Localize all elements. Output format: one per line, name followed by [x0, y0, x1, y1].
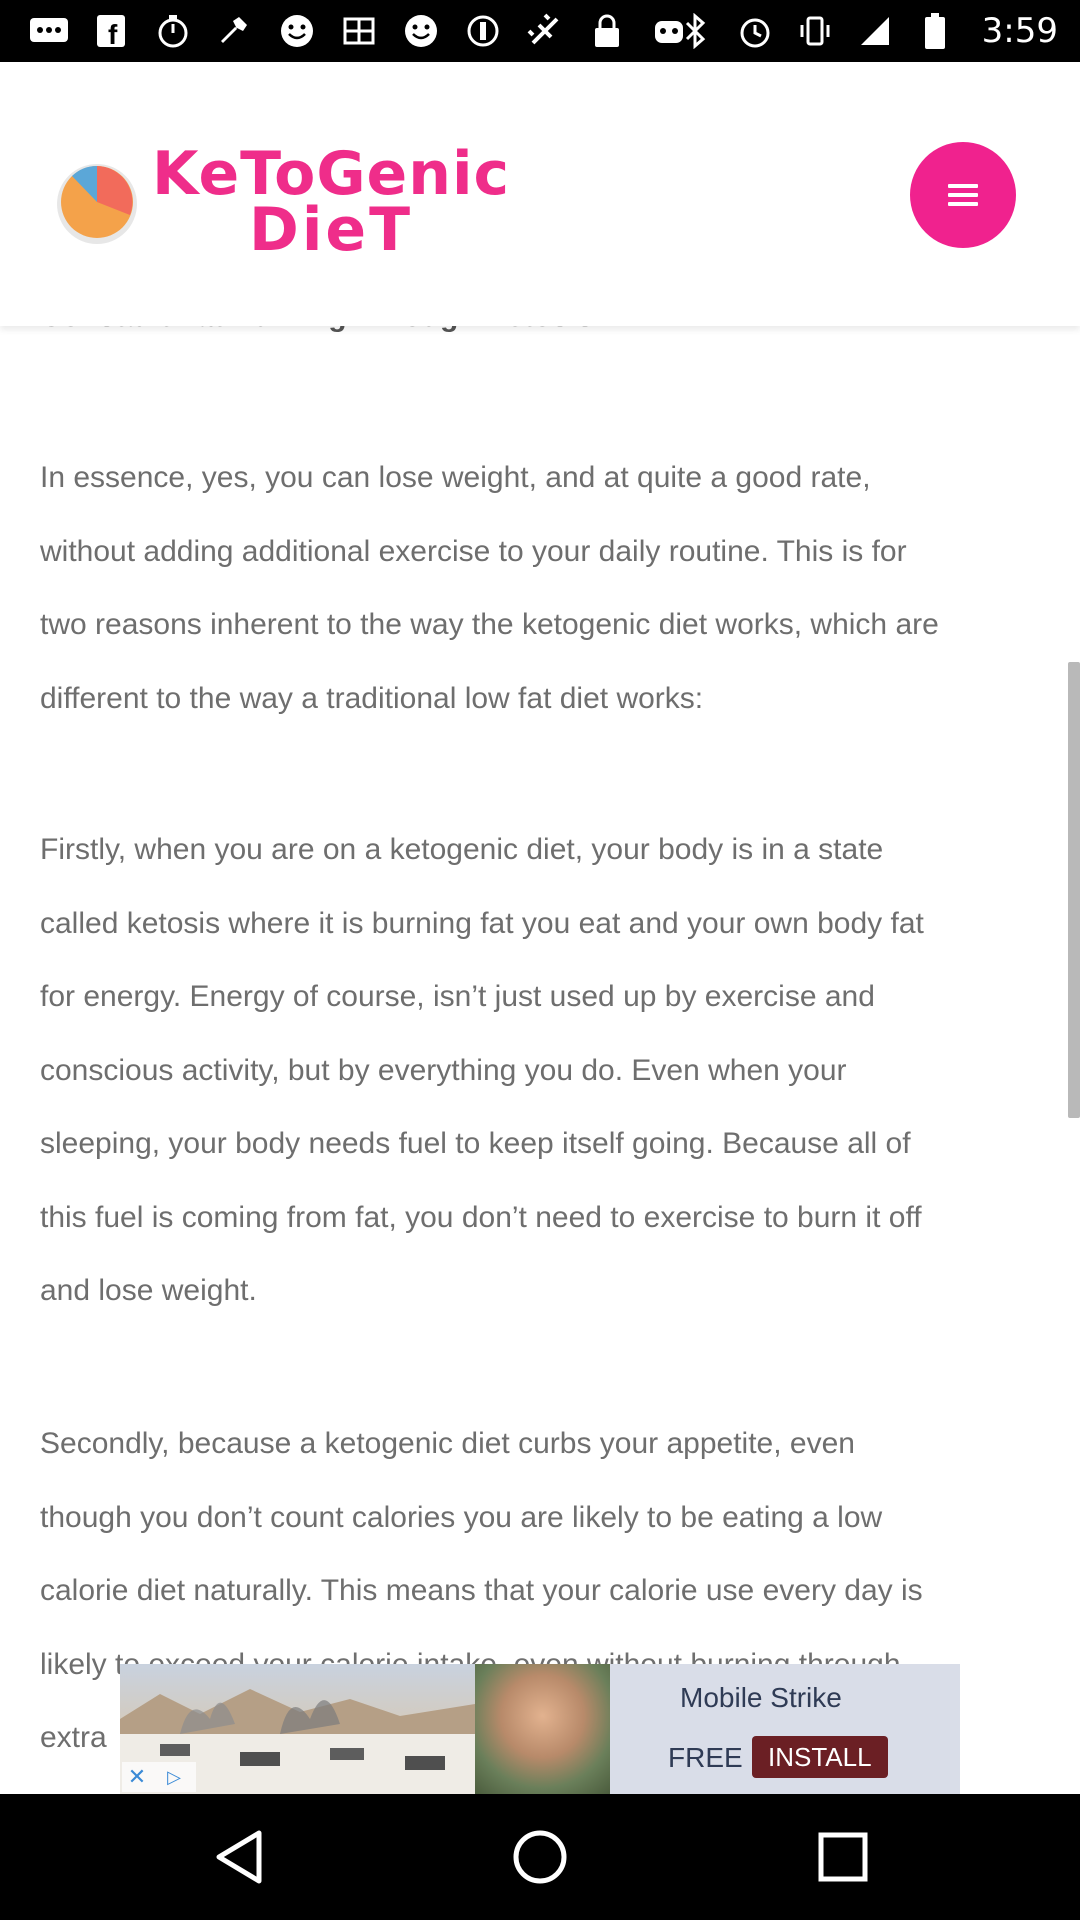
smiley-icon [276, 10, 318, 52]
system-icons: 3:59 [674, 10, 1058, 52]
navigation-bar [0, 1794, 1080, 1920]
paragraph-line: without adding additional exercise to yo… [40, 534, 907, 568]
paragraph-line: for energy. Energy of course, isn’t just… [40, 980, 875, 1013]
battery-icon [914, 10, 956, 52]
pie-logo-icon [57, 164, 137, 244]
close-icon[interactable]: ✕ [122, 1762, 152, 1792]
paragraph-line: different to the way a traditional low f… [40, 681, 704, 715]
circle-icon [462, 10, 504, 52]
home-button[interactable] [507, 1824, 573, 1890]
paragraph-line: and lose weight. [40, 1274, 257, 1307]
paragraph-line: In essence, yes, you can lose weight, an… [40, 461, 871, 494]
paragraph-line: this fuel is coming from fat, you don’t … [40, 1200, 922, 1234]
article-paragraph-1: In essence, yes, you can lose weight, an… [40, 441, 1050, 735]
home-circle-icon [513, 1830, 567, 1884]
alarm-icon [734, 10, 776, 52]
wrench-icon [214, 10, 256, 52]
clock-time: 3:59 [981, 11, 1058, 51]
hamburger-menu-icon [948, 184, 978, 206]
paragraph-line: sleeping, your body needs fuel to keep i… [40, 1127, 911, 1160]
paragraph-line: Secondly, because a ketogenic diet curbs… [40, 1427, 855, 1460]
lock-icon [586, 10, 628, 52]
paragraph-line: called ketosis where it is burning fat y… [40, 906, 924, 940]
facebook-icon: f [90, 10, 132, 52]
back-triangle-icon [216, 1830, 262, 1884]
messages-icon [28, 10, 70, 52]
timer-icon [152, 10, 194, 52]
notification-icons: f [28, 10, 690, 52]
ad-free-label: FREE [668, 1742, 743, 1773]
ad-soldier-image [475, 1664, 610, 1794]
paragraph-line: two reasons inherent to the way the keto… [40, 608, 939, 641]
signal-icon [854, 10, 896, 52]
ad-title: Mobile Strike [680, 1682, 842, 1713]
paragraph-line: calorie diet naturally. This means that … [40, 1574, 923, 1607]
recents-button[interactable] [810, 1824, 876, 1890]
scrollbar[interactable] [1068, 662, 1080, 1118]
recents-square-icon [818, 1832, 868, 1882]
vibrate-icon [794, 10, 836, 52]
bluetooth-icon [674, 10, 716, 52]
logo-line-1: KeToGenic [152, 139, 511, 209]
adchoices-icon[interactable]: ▷ [152, 1762, 196, 1792]
ketogenic-diet-logo[interactable]: KeToGenic DieT [52, 139, 511, 265]
article-paragraph-2: Firstly, when you are on a ketogenic die… [40, 813, 1050, 1328]
ad-banner[interactable]: Mobile Strike FREE INSTALL ✕ ▷ [120, 1664, 960, 1794]
cn-app-icon [338, 10, 380, 52]
back-button[interactable] [206, 1824, 272, 1890]
paragraph-line: Firstly, when you are on a ketogenic die… [40, 833, 884, 866]
fake-gps-icon [524, 10, 566, 52]
svg-text:f: f [108, 19, 118, 48]
paragraph-line: conscious activity, but by everything yo… [40, 1053, 847, 1087]
app-header: KeToGenic DieT [0, 62, 1080, 326]
menu-button[interactable] [910, 142, 1016, 248]
status-bar: f 3:59 [0, 0, 1080, 62]
logo-line-2: DieT [249, 195, 414, 265]
ad-install-button[interactable]: INSTALL [752, 1736, 888, 1778]
smiley-icon [400, 10, 442, 52]
paragraph-line: though you don’t count calories you are … [40, 1500, 883, 1534]
logo-text: KeToGenic DieT [152, 139, 511, 265]
